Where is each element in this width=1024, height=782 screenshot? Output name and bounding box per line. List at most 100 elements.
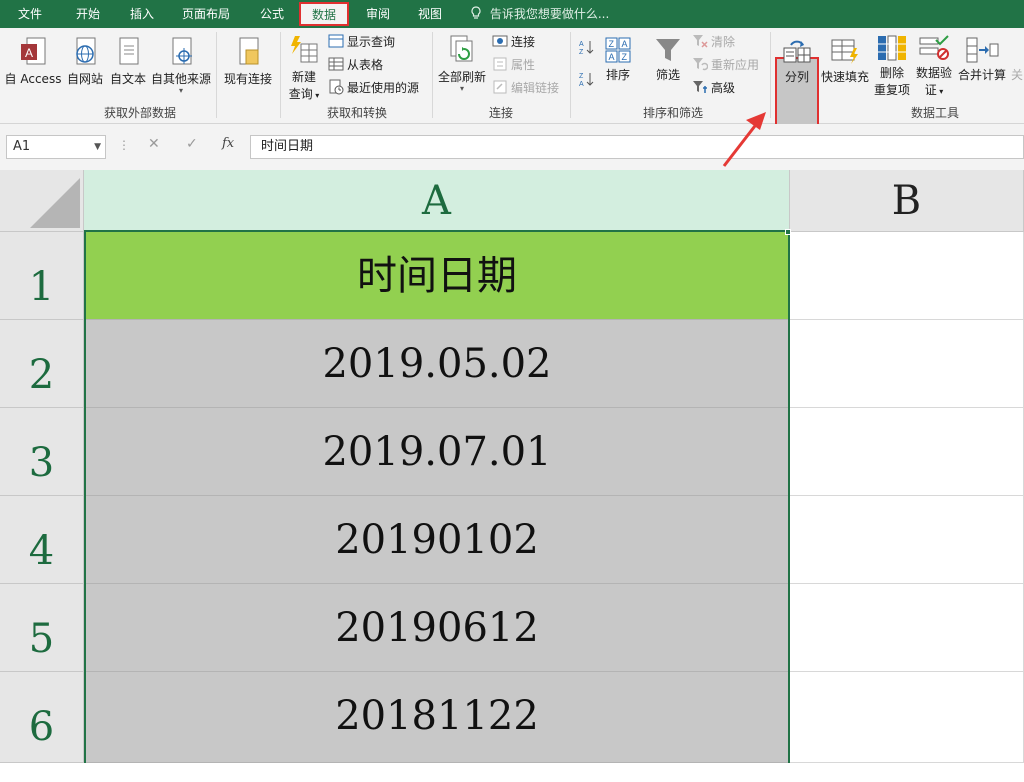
column-header-b[interactable]: B <box>790 170 1024 232</box>
show-query-button[interactable]: 显示查询 <box>328 32 395 52</box>
web-globe-icon <box>76 37 96 65</box>
sort-label: 排序 <box>605 68 630 82</box>
ribbon: A 自 Access 自网站 自文本 自其他来源 ▾ 现有连接 获取外部数据 新… <box>0 28 1024 130</box>
sort-icon: Z AA Z <box>605 37 631 63</box>
from-other-sources-label: 自其他来源 <box>150 72 211 86</box>
group-label-transform: 获取和转换 <box>326 106 387 120</box>
tab-home[interactable]: 开始 <box>70 0 106 28</box>
tab-formulas[interactable]: 公式 <box>254 0 290 28</box>
cell-b3[interactable] <box>790 408 1024 496</box>
refresh-all-icon <box>450 35 473 62</box>
name-box[interactable]: A1 ▼ <box>6 135 106 159</box>
consolidate-label: 合并计算 <box>957 68 1006 82</box>
advanced-filter-button[interactable]: 高级 <box>692 78 735 98</box>
refresh-all-button[interactable]: 全部刷新 ▾ <box>436 34 488 93</box>
row-header[interactable]: 2 <box>0 320 84 408</box>
row-header[interactable]: 6 <box>0 672 84 763</box>
consolidate-button[interactable]: 合并计算 <box>956 36 1008 83</box>
existing-connections-label: 现有连接 <box>223 72 272 86</box>
sort-descending-button[interactable]: ZA <box>578 70 597 90</box>
tell-me-box[interactable]: 告诉我您想要做什么... <box>470 0 609 28</box>
from-table-button[interactable]: 从表格 <box>328 55 383 75</box>
row-header[interactable]: 4 <box>0 496 84 584</box>
formula-bar: A1 ▼ ⋮ ✕ ✓ fx 时间日期 <box>0 124 1024 170</box>
remove-duplicates-label-1: 删除 <box>879 66 904 80</box>
new-query-button[interactable]: 新建 查询 ▾ <box>284 34 324 102</box>
refresh-all-label: 全部刷新 <box>437 70 486 84</box>
from-web-label: 自网站 <box>66 72 103 86</box>
row-header[interactable]: 3 <box>0 408 84 496</box>
clear-filter-button[interactable]: 清除 <box>692 32 735 52</box>
select-all-corner[interactable] <box>0 170 84 232</box>
reapply-button[interactable]: 重新应用 <box>692 55 759 75</box>
svg-text:Z: Z <box>609 39 615 49</box>
remove-duplicates-button[interactable]: 删除 重复项 <box>872 34 912 98</box>
flash-fill-icon <box>831 39 858 64</box>
cell-b6[interactable] <box>790 672 1024 763</box>
svg-text:A: A <box>25 46 33 60</box>
from-text-label: 自文本 <box>109 72 146 86</box>
tab-insert[interactable]: 插入 <box>124 0 160 28</box>
remove-duplicates-label-2: 重复项 <box>873 83 910 97</box>
svg-text:Z: Z <box>622 52 628 62</box>
connections-button[interactable]: 连接 <box>492 32 535 52</box>
column-header-a[interactable]: A <box>84 170 790 232</box>
flash-fill-button[interactable]: 快速填充 <box>820 36 870 85</box>
svg-text:Z: Z <box>579 49 584 55</box>
group-separator <box>432 32 433 118</box>
data-validation-icon <box>919 35 949 60</box>
cancel-icon[interactable]: ✕ <box>148 136 160 152</box>
text-to-columns-label: 分列 <box>784 70 809 84</box>
relationships-label-partial: 关 <box>1010 68 1023 82</box>
lightbulb-icon <box>471 6 481 19</box>
from-access-button[interactable]: A 自 Access <box>4 36 62 87</box>
cell-b5[interactable] <box>790 584 1024 672</box>
select-all-triangle-icon <box>30 178 80 228</box>
svg-text:A: A <box>622 39 628 49</box>
enter-check-icon[interactable]: ✓ <box>186 136 198 152</box>
formula-bar-grip-icon[interactable]: ⋮ <box>118 138 130 152</box>
cell-b1[interactable] <box>790 232 1024 320</box>
from-other-sources-button[interactable]: 自其他来源 ▾ <box>149 36 213 95</box>
menu-bar: 文件 开始 插入 页面布局 公式 数据 审阅 视图 告诉我您想要做什么... <box>0 0 1024 28</box>
properties-button[interactable]: 属性 <box>492 55 535 75</box>
sort-button[interactable]: ZAAZ 排序 <box>600 36 636 83</box>
svg-text:A: A <box>609 52 615 62</box>
existing-connections-button[interactable]: 现有连接 <box>220 36 276 87</box>
insert-function-icon[interactable]: fx <box>222 136 234 151</box>
row-header[interactable]: 5 <box>0 584 84 672</box>
sort-ascending-button[interactable]: AZ <box>578 38 597 58</box>
relationships-button-partial[interactable]: 关 <box>1010 66 1024 83</box>
tab-data[interactable]: 数据 <box>299 2 349 26</box>
from-text-button[interactable]: 自文本 <box>107 36 149 87</box>
tab-page-layout[interactable]: 页面布局 <box>178 0 234 28</box>
clear-filter-icon <box>693 35 708 48</box>
tab-view[interactable]: 视图 <box>412 0 448 28</box>
tab-review[interactable]: 审阅 <box>360 0 396 28</box>
advanced-filter-icon <box>693 81 707 93</box>
chevron-down-icon[interactable]: ▼ <box>94 136 101 158</box>
from-web-button[interactable]: 自网站 <box>64 36 106 87</box>
fill-handle[interactable] <box>785 229 791 235</box>
recent-sources-icon <box>329 79 344 95</box>
group-label-external: 获取外部数据 <box>103 106 176 120</box>
formula-input[interactable]: 时间日期 <box>250 135 1024 159</box>
cell-b2[interactable] <box>790 320 1024 408</box>
tell-me-text: 告诉我您想要做什么... <box>489 7 610 21</box>
row-header[interactable]: 1 <box>0 232 84 320</box>
data-validation-button[interactable]: 数据验 证 ▾ <box>914 34 954 98</box>
group-label-connections: 连接 <box>488 106 513 120</box>
sort-az-icon: AZ <box>579 41 594 55</box>
text-to-columns-icon <box>783 40 811 63</box>
group-separator <box>570 32 571 118</box>
filter-label: 筛选 <box>655 68 680 82</box>
cell-b4[interactable] <box>790 496 1024 584</box>
recent-sources-button[interactable]: 最近使用的源 <box>328 78 419 98</box>
name-box-value: A1 <box>13 139 31 154</box>
tab-file[interactable]: 文件 <box>14 0 46 28</box>
new-query-label-2: 查询 ▾ <box>288 87 320 101</box>
text-to-columns-button[interactable]: 分列 <box>777 36 817 85</box>
edit-links-button[interactable]: 编辑链接 <box>492 78 559 98</box>
filter-button[interactable]: 筛选 <box>648 36 688 83</box>
new-query-label-1: 新建 <box>291 70 316 84</box>
